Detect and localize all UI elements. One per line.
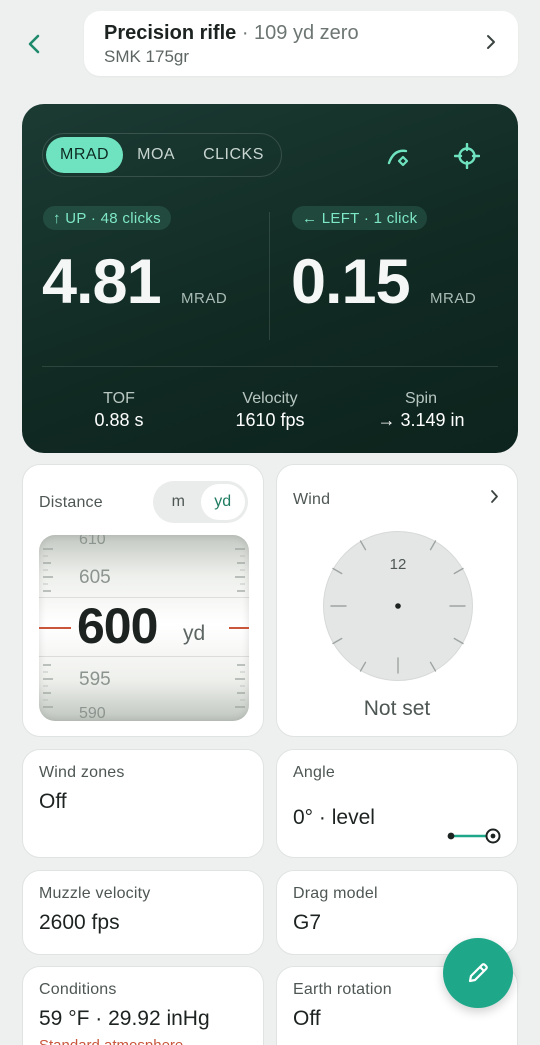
distance-unit-yd[interactable]: yd (200, 484, 245, 520)
wind-status: Not set (363, 697, 431, 720)
distance-unit-label: yd (183, 622, 206, 645)
windage-direction-chip: ← LEFT · 1 click (292, 206, 428, 230)
stat-velocity: Velocity 1610 fps (200, 390, 340, 431)
wind-zones-value: Off (39, 790, 67, 813)
profile-zero: · 109 yd zero (236, 22, 359, 44)
angle-label: Angle (293, 764, 335, 781)
reticle-button[interactable] (453, 142, 481, 170)
solution-divider (269, 212, 270, 340)
earth-rotation-label: Earth rotation (293, 981, 392, 998)
angle-value: 0° · level (293, 806, 375, 829)
distance-unit-m[interactable]: m (156, 484, 201, 520)
conditions-label: Conditions (39, 981, 117, 998)
conditions-subtitle: Standard atmosphere (39, 1037, 183, 1045)
drum-value: 590 (79, 705, 106, 721)
stat-tof: TOF 0.88 s (49, 390, 189, 431)
earth-rotation-value: Off (293, 1007, 321, 1030)
stat-value: 0.88 s (94, 410, 144, 430)
stat-label: Spin (404, 390, 438, 407)
windage-unit: MRAD (430, 290, 477, 307)
back-button[interactable] (18, 28, 50, 60)
wind-zones-label: Wind zones (39, 764, 125, 781)
conditions-card[interactable]: Conditions 59 °F · 29.92 inHg Standard a… (22, 966, 264, 1045)
clock-12-label: 12 (389, 556, 407, 573)
drum-marker-right (229, 627, 249, 629)
drum-value: 610 (79, 535, 106, 548)
stat-value: → 3.149 in (377, 410, 465, 430)
crosshair-icon (454, 143, 480, 169)
stats-divider (42, 366, 498, 367)
unit-mrad-button[interactable]: MRAD (46, 137, 124, 173)
distance-card: Distance m yd 610 605 600 yd 595 590 (22, 464, 264, 737)
drum-value: 595 (79, 669, 111, 690)
elevation-value: 4.81 (42, 247, 162, 317)
stat-value: 1610 fps (235, 410, 305, 430)
trajectory-button[interactable] (385, 142, 413, 170)
wind-card[interactable]: Wind 12 Not set (276, 464, 518, 737)
elevation-unit: MRAD (181, 290, 228, 307)
unit-moa-button[interactable]: MOA (123, 137, 189, 173)
pencil-icon (468, 963, 488, 983)
chevron-left-icon (28, 34, 40, 54)
distance-drum-picker[interactable]: 610 605 600 yd 595 590 (39, 535, 249, 721)
wind-zones-card[interactable]: Wind zones Off (22, 749, 264, 858)
level-indicator-icon (447, 828, 501, 844)
distance-unit-toggle: m yd (153, 481, 248, 523)
angle-card[interactable]: Angle 0° · level (276, 749, 518, 858)
drum-value: 605 (79, 567, 111, 588)
profile-title: Precision rifle · 109 yd zero (104, 21, 498, 45)
muzzle-velocity-label: Muzzle velocity (39, 885, 151, 902)
profile-selector[interactable]: Precision rifle · 109 yd zero SMK 175gr (84, 11, 518, 76)
wind-label: Wind (293, 491, 331, 508)
elevation-direction-chip: ↑ UP · 48 clicks (43, 206, 171, 230)
firing-solution-card: MRAD MOA CLICKS ↑ UP · 48 clicks 4.81 MR… (22, 104, 518, 453)
profile-name: Precision rifle (104, 22, 237, 44)
windage-value: 0.15 (291, 247, 411, 317)
distance-label: Distance (39, 494, 103, 511)
edit-fab-button[interactable] (443, 938, 513, 1008)
chevron-right-icon (491, 490, 498, 503)
profile-ammo: SMK 175gr (104, 47, 190, 66)
muzzle-velocity-card[interactable]: Muzzle velocity 2600 fps (22, 870, 264, 955)
drum-marker-left (39, 627, 71, 629)
stat-spin: Spin → 3.149 in (351, 390, 491, 431)
unit-clicks-button[interactable]: CLICKS (189, 137, 278, 173)
wind-clock-dial[interactable]: 12 (323, 531, 473, 681)
trajectory-icon (387, 149, 409, 167)
distance-value: 600 (77, 598, 158, 654)
stat-label: Velocity (242, 390, 298, 407)
muzzle-velocity-value: 2600 fps (39, 911, 120, 934)
chevron-right-icon (487, 35, 495, 49)
conditions-value: 59 °F · 29.92 inHg (39, 1007, 210, 1030)
unit-segmented-control: MRAD MOA CLICKS (42, 133, 282, 177)
stat-label: TOF (103, 390, 135, 407)
drag-model-value: G7 (293, 911, 322, 934)
drag-model-label: Drag model (293, 885, 378, 902)
clock-ticks (330, 540, 466, 674)
